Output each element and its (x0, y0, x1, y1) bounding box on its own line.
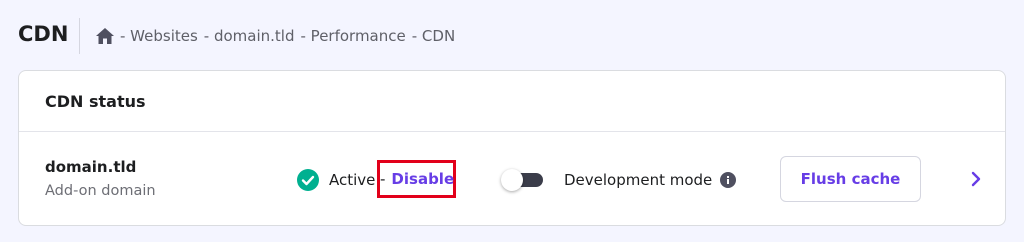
page-title: CDN (18, 22, 69, 46)
home-icon[interactable] (96, 28, 114, 44)
page-header: CDN - Websites - domain.tld - Performanc… (0, 0, 1024, 72)
breadcrumb-cdn: - CDN (411, 27, 456, 45)
domain-row: domain.tld Add-on domain Active - Disabl… (19, 132, 1005, 226)
breadcrumb-performance[interactable]: - Performance (301, 27, 406, 45)
flush-cache-button[interactable]: Flush cache (780, 156, 921, 202)
cdn-status-card: CDN status domain.tld Add-on domain Acti… (18, 70, 1006, 226)
toggle-knob (501, 169, 523, 191)
chevron-right-icon[interactable] (969, 170, 983, 188)
status-separator: - (380, 170, 386, 188)
cdn-status: Active (297, 169, 375, 191)
check-circle-icon (297, 169, 319, 191)
development-mode-label: Development mode (564, 171, 713, 189)
domain-type: Add-on domain (45, 183, 156, 199)
breadcrumb-domain[interactable]: - domain.tld (204, 27, 295, 45)
info-icon[interactable] (720, 172, 737, 188)
domain-name: domain.tld (45, 158, 137, 176)
disable-highlight: - Disable (377, 160, 456, 198)
card-title: CDN status (45, 91, 146, 111)
breadcrumb: - Websites - domain.tld - Performance - … (96, 27, 461, 45)
breadcrumb-websites[interactable]: - Websites (120, 27, 198, 45)
header-divider (79, 18, 80, 54)
development-mode-toggle[interactable] (501, 169, 543, 191)
status-label: Active (329, 171, 376, 189)
card-header: CDN status (19, 71, 1005, 132)
disable-link[interactable]: Disable (391, 170, 454, 188)
development-mode: Development mode (564, 171, 737, 189)
